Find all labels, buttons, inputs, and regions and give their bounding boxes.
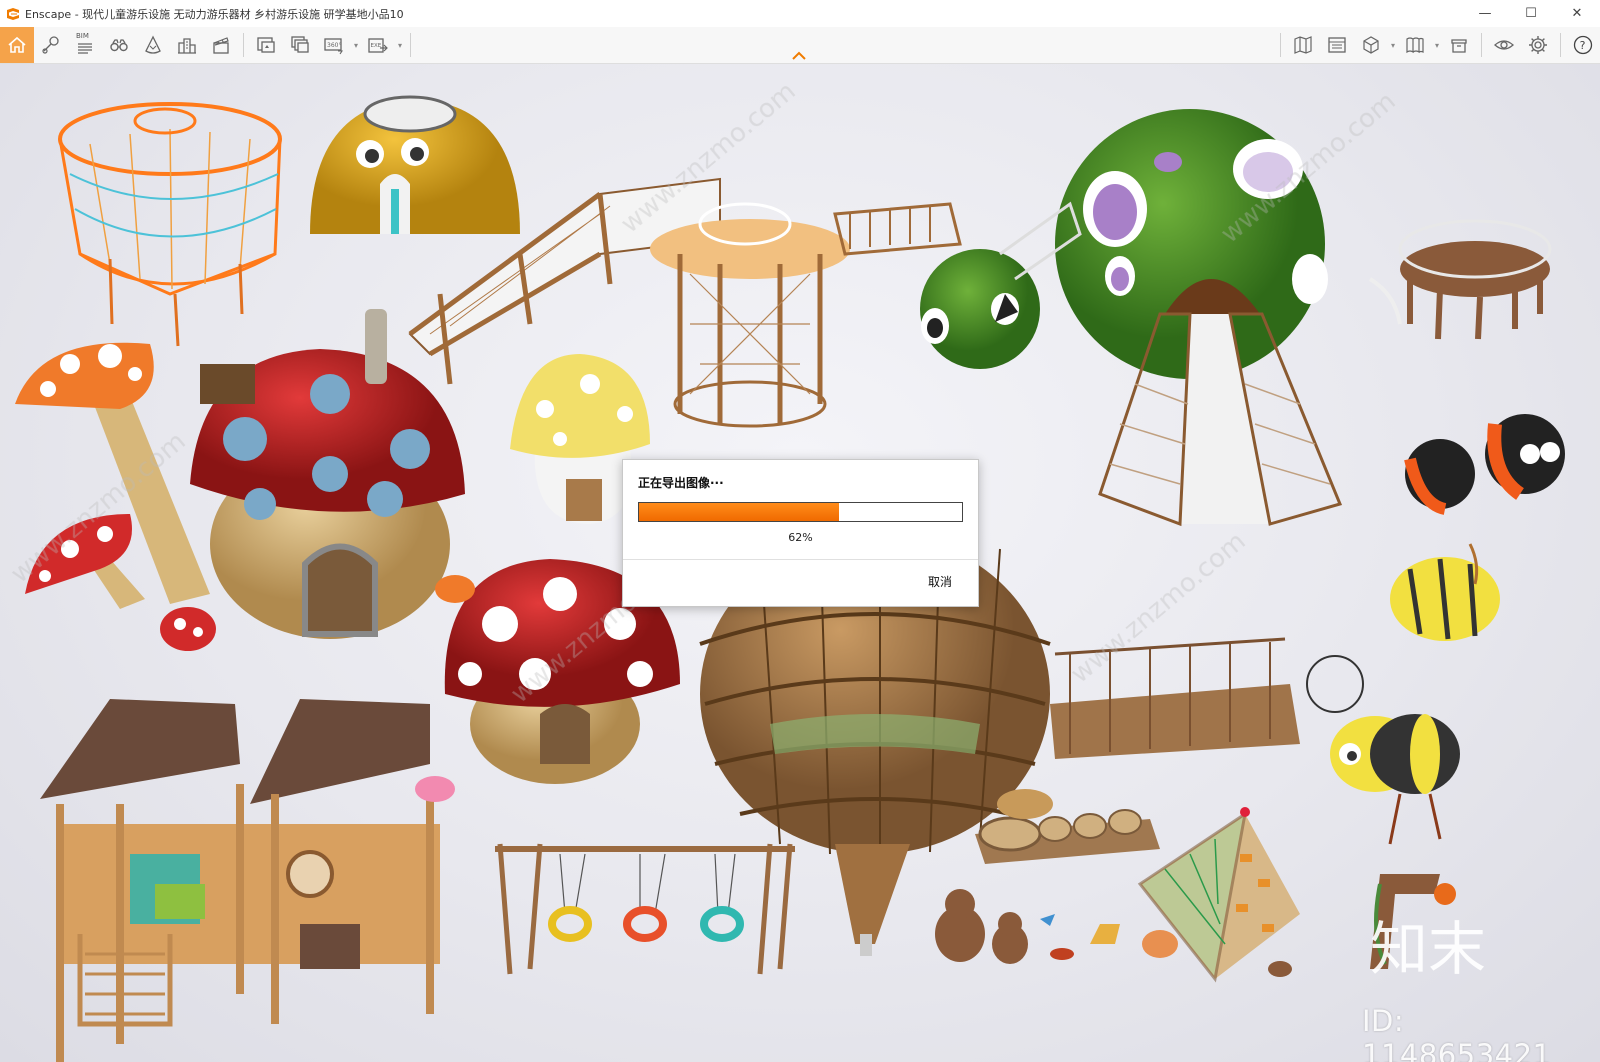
site-context-button[interactable] bbox=[170, 27, 204, 63]
toolbar-left: BIM 360° ▾ EXE ▾ bbox=[0, 27, 416, 63]
panorama-label: 360° bbox=[327, 42, 341, 49]
material-dropdown-caret[interactable]: ▾ bbox=[1432, 27, 1442, 63]
export-progress-bar bbox=[638, 502, 963, 522]
settings-button[interactable] bbox=[1521, 27, 1555, 63]
help-label: ? bbox=[1580, 39, 1586, 52]
panorama-button[interactable]: 360° bbox=[317, 27, 351, 63]
eye-icon bbox=[1494, 40, 1514, 50]
log-seats bbox=[975, 789, 1160, 864]
export-button[interactable]: EXE bbox=[361, 27, 395, 63]
panorama-360-icon: 360° bbox=[324, 38, 344, 55]
export-dropdown-caret[interactable]: ▾ bbox=[395, 27, 405, 63]
views-button[interactable] bbox=[34, 27, 68, 63]
svg-text:www.znzmo.com: www.znzmo.com bbox=[1065, 526, 1251, 689]
binoculars-icon bbox=[110, 39, 128, 52]
bim-label: BIM bbox=[76, 32, 89, 40]
tire-swing-set bbox=[495, 843, 795, 975]
window-layout-icon bbox=[1328, 37, 1346, 53]
map-icon bbox=[1294, 36, 1312, 54]
round-deck-platform bbox=[1368, 219, 1552, 340]
title-bar: Enscape - 现代儿童游乐设施 无动力游乐器材 乡村游乐设施 研学基地小品… bbox=[0, 0, 1600, 28]
red-mushroom-house bbox=[190, 309, 465, 639]
close-button[interactable]: ✕ bbox=[1554, 0, 1600, 27]
svg-text:知末: 知末 bbox=[1370, 915, 1486, 983]
asset-library-button[interactable] bbox=[136, 27, 170, 63]
znzmo-logo-watermark: 知末 bbox=[1370, 915, 1486, 983]
view-dropdown-caret[interactable]: ▾ bbox=[1388, 27, 1398, 63]
window-title: Enscape - 现代儿童游乐设施 无动力游乐器材 乡村游乐设施 研学基地小品… bbox=[25, 7, 404, 21]
screenshot-button[interactable] bbox=[249, 27, 283, 63]
pin-icon bbox=[42, 36, 59, 54]
help-icon: ? bbox=[1573, 35, 1593, 55]
progress-fill bbox=[639, 503, 840, 521]
ladybug-sculpture bbox=[1404, 414, 1565, 515]
video-editor-button[interactable] bbox=[204, 27, 238, 63]
clapper-icon bbox=[213, 37, 229, 54]
enscape-window: Enscape - 现代儿童游乐设施 无动力游乐器材 乡村游乐设施 研学基地小品… bbox=[0, 0, 1600, 1062]
toolbar-separator bbox=[243, 33, 244, 57]
toolbar-separator bbox=[1280, 33, 1281, 57]
panorama-dropdown-caret[interactable]: ▾ bbox=[351, 27, 361, 63]
screenshot-icon bbox=[257, 37, 275, 53]
watermark-id: ID: 1148653421 bbox=[1362, 1004, 1552, 1062]
batch-render-button[interactable] bbox=[283, 27, 317, 63]
bim-button[interactable]: BIM bbox=[68, 27, 102, 63]
cone-icon bbox=[145, 35, 161, 54]
toolbar-separator bbox=[1560, 33, 1561, 57]
archive-icon bbox=[1451, 39, 1467, 53]
toolbar-right: ▾ ▾ ? bbox=[1275, 27, 1600, 63]
cancel-button[interactable]: 取消 bbox=[928, 573, 952, 590]
window-controls: — ☐ ✕ bbox=[1462, 0, 1600, 27]
layout-button[interactable] bbox=[1320, 27, 1354, 63]
toolbar-separator bbox=[410, 33, 411, 57]
toolbar-separator bbox=[1481, 33, 1482, 57]
settings-icon bbox=[1529, 36, 1547, 54]
bee-sculpture bbox=[1306, 543, 1500, 845]
book-icon bbox=[1406, 37, 1424, 54]
view-management-button[interactable] bbox=[1354, 27, 1388, 63]
export-progress-dialog: 正在导出图像··· 62% 取消 bbox=[622, 459, 979, 607]
dialog-title: 正在导出图像··· bbox=[638, 476, 724, 490]
wooden-playhouse bbox=[40, 699, 455, 1062]
home-button[interactable] bbox=[0, 27, 34, 63]
buildings-icon bbox=[178, 38, 196, 54]
box-view-icon bbox=[1363, 36, 1379, 54]
dialog-divider bbox=[623, 559, 978, 560]
upload-button[interactable] bbox=[1442, 27, 1476, 63]
map-view-button[interactable] bbox=[1286, 27, 1320, 63]
yellow-dome-house bbox=[310, 95, 520, 234]
collapse-toolbar-icon[interactable] bbox=[791, 50, 807, 62]
green-sphere-house bbox=[920, 109, 1343, 527]
walk-mode-button[interactable] bbox=[102, 27, 136, 63]
animal-sculptures bbox=[935, 889, 1178, 964]
home-icon bbox=[8, 36, 26, 53]
enscape-logo-icon bbox=[7, 7, 19, 20]
export-exe-icon: EXE bbox=[368, 38, 388, 53]
progress-percentage: 62% bbox=[788, 531, 813, 544]
visual-settings-button[interactable] bbox=[1487, 27, 1521, 63]
minimize-button[interactable]: — bbox=[1462, 0, 1508, 27]
batch-render-icon bbox=[291, 36, 309, 53]
help-button[interactable]: ? bbox=[1566, 27, 1600, 63]
material-editor-button[interactable] bbox=[1398, 27, 1432, 63]
rope-net-gazebo bbox=[58, 102, 282, 347]
maximize-button[interactable]: ☐ bbox=[1508, 0, 1554, 27]
